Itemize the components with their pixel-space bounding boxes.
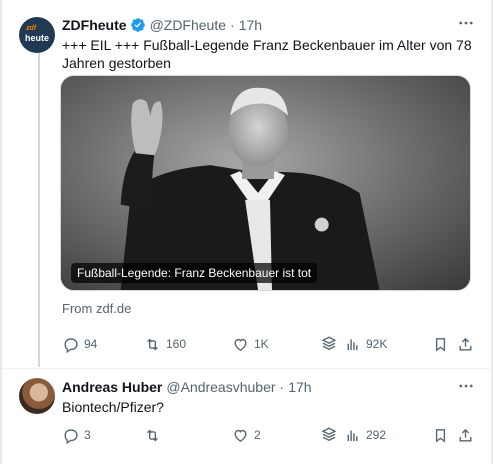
- tweet-andreas-huber[interactable]: Andreas Huber @Andreasvhuber · 17h Biont…: [2, 0, 491, 464]
- more-dots-icon[interactable]: [457, 377, 475, 395]
- views-button[interactable]: 292: [344, 425, 386, 445]
- layers-button[interactable]: [320, 425, 338, 445]
- like-button[interactable]: 2: [232, 425, 261, 445]
- display-name[interactable]: Andreas Huber: [62, 379, 162, 395]
- heart-icon: [234, 429, 247, 442]
- avatar-andreas-huber[interactable]: [19, 378, 55, 414]
- reply-button[interactable]: 3: [62, 425, 91, 445]
- layers-icon: [321, 427, 337, 441]
- bookmark-button[interactable]: [432, 425, 449, 445]
- action-bar: 3 2 292: [62, 425, 477, 445]
- bookmark-icon: [435, 428, 446, 442]
- separator: ·: [279, 379, 285, 395]
- reply-count: 3: [84, 428, 91, 442]
- timestamp[interactable]: 17h: [288, 379, 311, 395]
- views-icon: [347, 430, 358, 441]
- retweet-button[interactable]: [144, 425, 166, 445]
- share-button[interactable]: [457, 425, 474, 445]
- views-count: 292: [366, 428, 387, 442]
- tweet-header: Andreas Huber @Andreasvhuber · 17h: [62, 377, 312, 397]
- handle[interactable]: @Andreasvhuber: [166, 379, 275, 395]
- like-count: 2: [254, 428, 261, 442]
- tweet-text: Biontech/Pfizer?: [62, 399, 164, 415]
- share-icon: [459, 428, 472, 441]
- reply-icon: [64, 428, 78, 444]
- retweet-icon: [147, 429, 158, 441]
